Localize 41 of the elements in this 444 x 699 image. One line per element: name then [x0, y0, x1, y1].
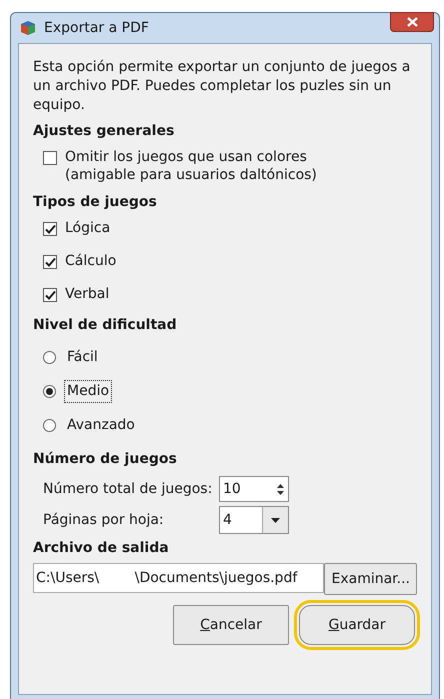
radio-button[interactable] — [43, 385, 56, 398]
dropdown-arrow-icon — [271, 518, 280, 522]
checkbox-label: Cálculo — [65, 252, 116, 270]
radio-label[interactable]: Avanzado — [64, 414, 138, 437]
section-heading: Ajustes generales — [33, 122, 176, 141]
checkbox-option[interactable]: Omitir los juegos que usan colores (amigable para usuarios daltónicos) — [43, 148, 417, 184]
field-label: Páginas por hoja: — [43, 510, 165, 530]
checkbox-option[interactable]: Verbal — [43, 285, 417, 303]
section-heading: Tipos de juegos — [33, 193, 158, 212]
checkmark-icon — [44, 256, 56, 268]
section-heading: Número de juegos — [33, 450, 178, 469]
window-title: Exportar a PDF — [44, 18, 149, 38]
checkmark-icon — [44, 224, 56, 234]
spin-down-icon[interactable] — [276, 490, 284, 494]
checkmark-icon — [44, 290, 56, 300]
file-path-field[interactable]: C:\Users\ \Documents\juegos.pdf — [33, 563, 324, 593]
checkbox-label: Omitir los juegos que usan colores (amigable para usuarios daltónicos) — [65, 148, 317, 184]
radio-button[interactable] — [43, 419, 56, 432]
section-heading: Nivel de dificultad — [33, 316, 178, 335]
checkbox[interactable] — [43, 151, 57, 165]
checkbox-option[interactable]: Lógica — [43, 219, 417, 237]
spin-up-icon[interactable] — [276, 484, 284, 488]
description-text: Esta opción permite exportar un conjunto de juegos a un archivo PDF. Puedes completar los puzles sin un equipo. — [33, 58, 412, 115]
checkbox-option[interactable]: Cálculo — [43, 252, 417, 270]
close-icon — [406, 17, 418, 27]
dropdown[interactable]: 4 — [219, 506, 289, 534]
checkbox-label: Lógica — [65, 219, 110, 237]
close-button[interactable] — [390, 12, 434, 32]
radio-label[interactable]: Fácil — [64, 346, 101, 369]
checkbox[interactable] — [43, 222, 57, 236]
radio-label[interactable]: Medio — [64, 380, 112, 403]
checkbox[interactable] — [43, 255, 57, 269]
dialog-button[interactable]: Cancelar — [173, 605, 289, 645]
cube-icon — [20, 20, 36, 36]
section-heading: Archivo de salida — [33, 539, 170, 558]
radio-button[interactable] — [43, 351, 56, 364]
checkbox-label: Verbal — [65, 285, 110, 303]
number-spinner[interactable]: 10 — [219, 476, 289, 502]
field-label: Número total de juegos: — [43, 480, 214, 498]
checkbox[interactable] — [43, 288, 57, 302]
browse-button[interactable]: Examinar... — [324, 563, 417, 595]
